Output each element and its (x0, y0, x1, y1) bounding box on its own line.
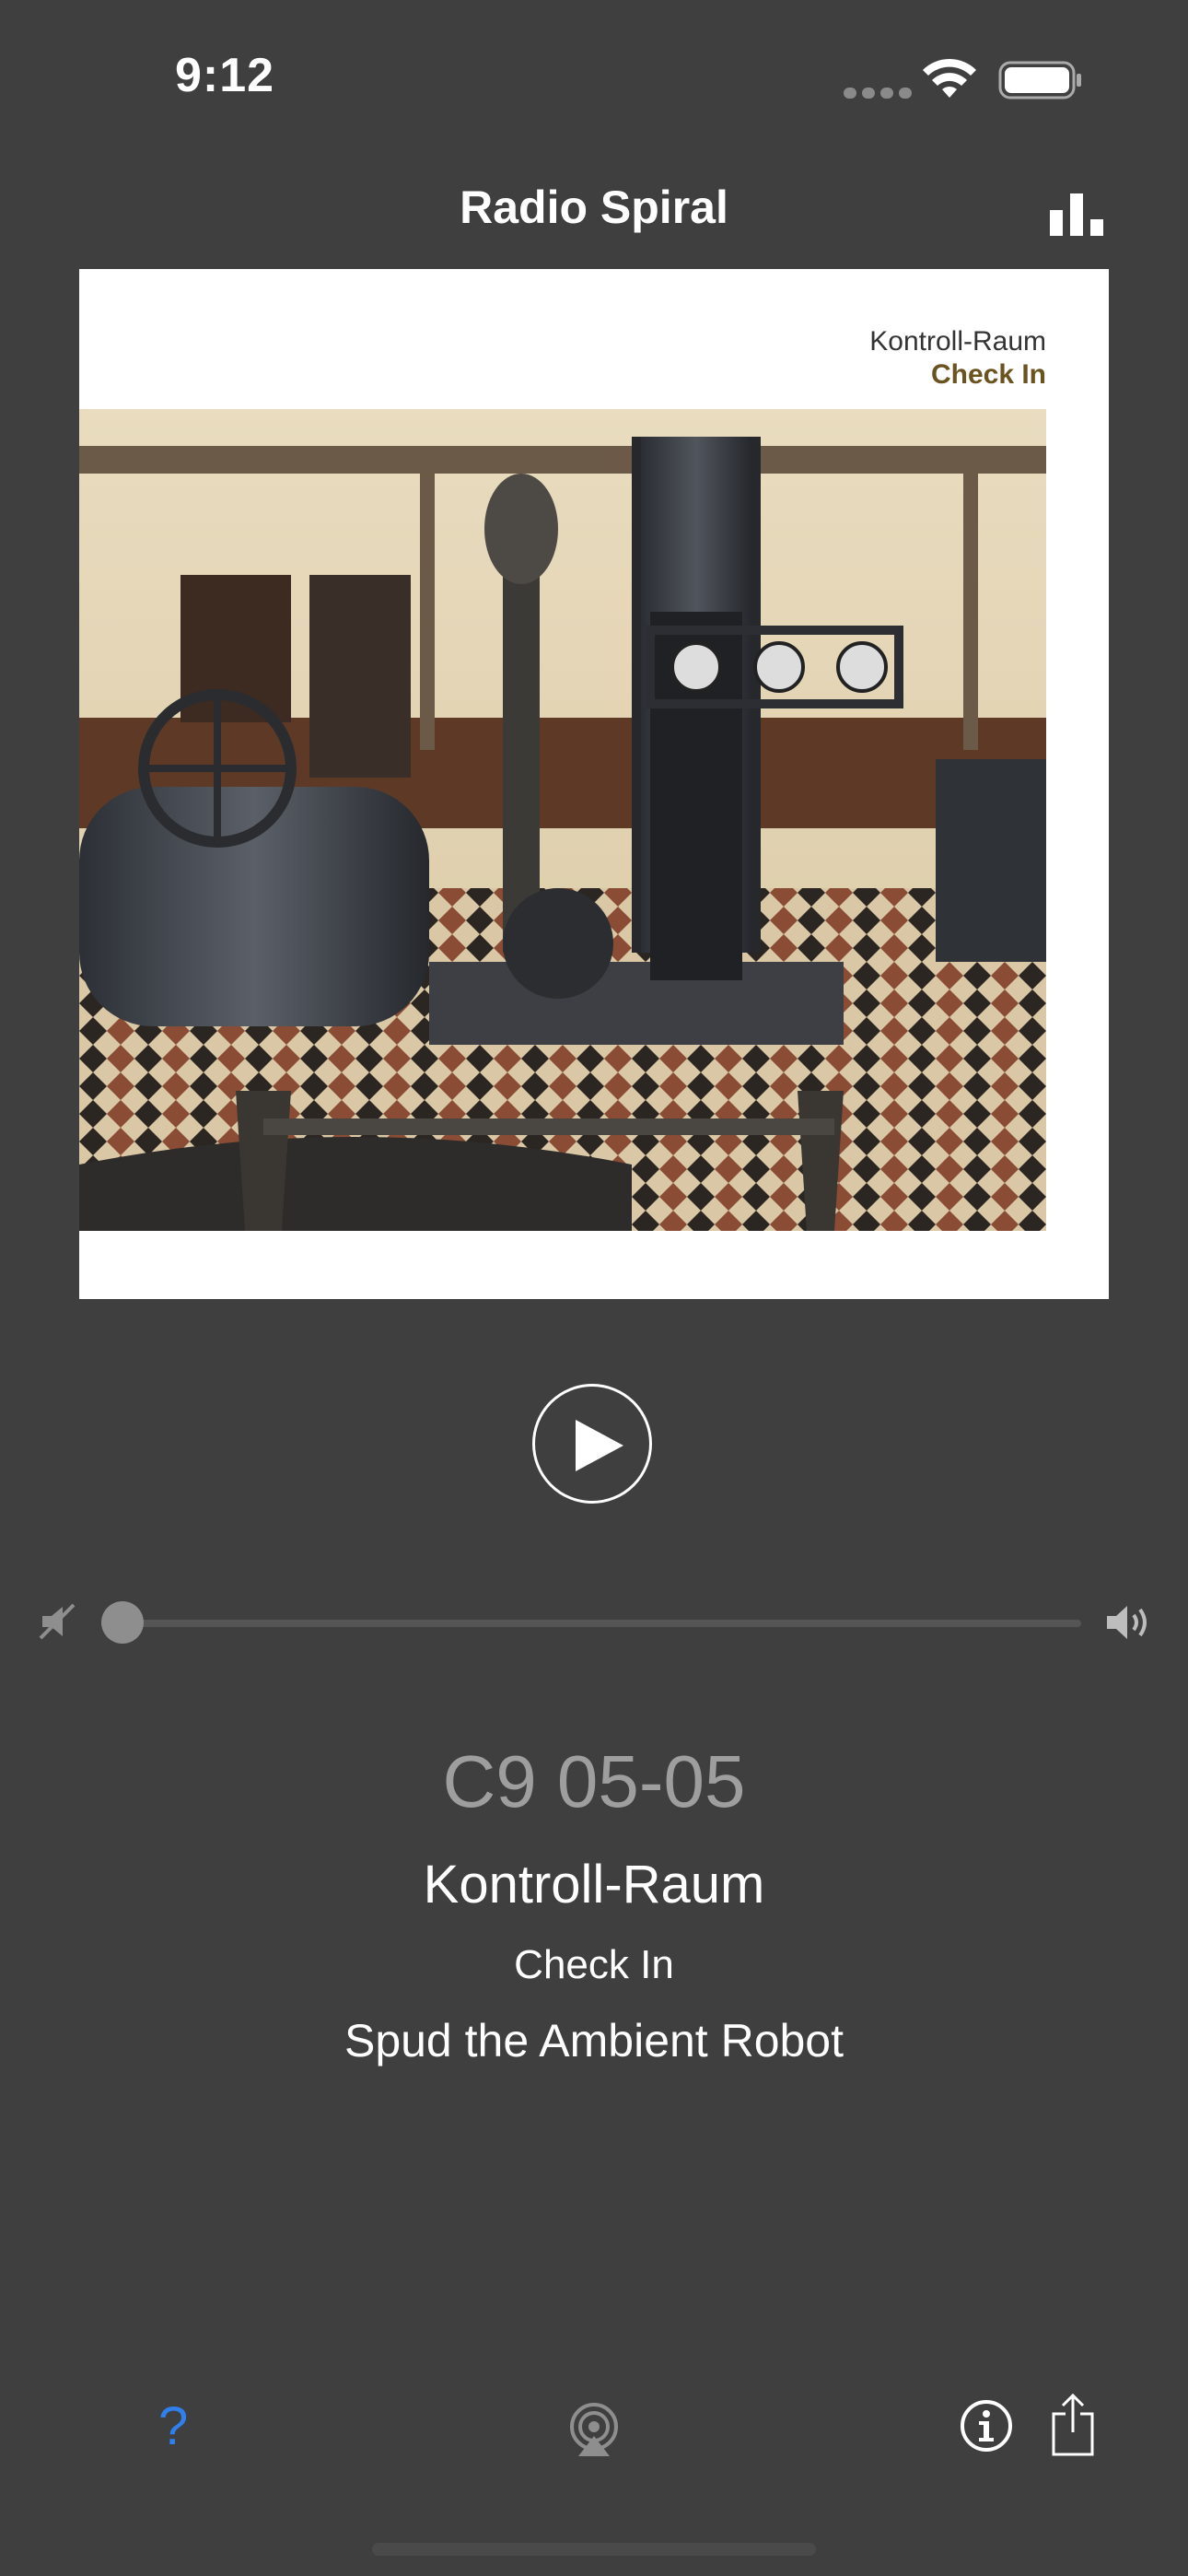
album-artwork: Kontroll-Raum Check In (79, 269, 1109, 1299)
page-title: Radio Spiral (460, 181, 728, 233)
volume-slider[interactable] (101, 1620, 1081, 1627)
airplay-icon[interactable] (565, 2401, 623, 2458)
app-screen: 9:12 Radio Spiral Kontroll-Raum Check In (0, 0, 1188, 2576)
album-photo (79, 409, 1046, 1231)
status-time: 9:12 (175, 49, 275, 102)
help-button[interactable]: ? (158, 2395, 188, 2457)
battery-icon (998, 61, 1081, 100)
album-art-artist: Kontroll-Raum (869, 326, 1046, 357)
bars-chart-icon[interactable] (1048, 192, 1107, 236)
volume-slider-thumb[interactable] (101, 1601, 144, 1644)
volume-mute-icon (39, 1603, 76, 1640)
signal-icon (844, 87, 917, 103)
volume-max-icon (1107, 1606, 1147, 1639)
help-icon: ? (158, 2396, 189, 2456)
home-indicator (372, 2543, 816, 2556)
show-code: C9 05-05 (442, 1740, 746, 1822)
dj-name: Spud the Ambient Robot (344, 2015, 844, 2067)
artist-name: Kontroll-Raum (423, 1855, 765, 1914)
track-title: Check In (514, 1942, 674, 1987)
play-button[interactable] (532, 1384, 652, 1504)
info-icon[interactable] (960, 2399, 1013, 2453)
wifi-icon (923, 58, 976, 98)
share-icon[interactable] (1050, 2392, 1096, 2456)
album-art-title: Check In (930, 359, 1046, 390)
play-icon (576, 1420, 623, 1471)
